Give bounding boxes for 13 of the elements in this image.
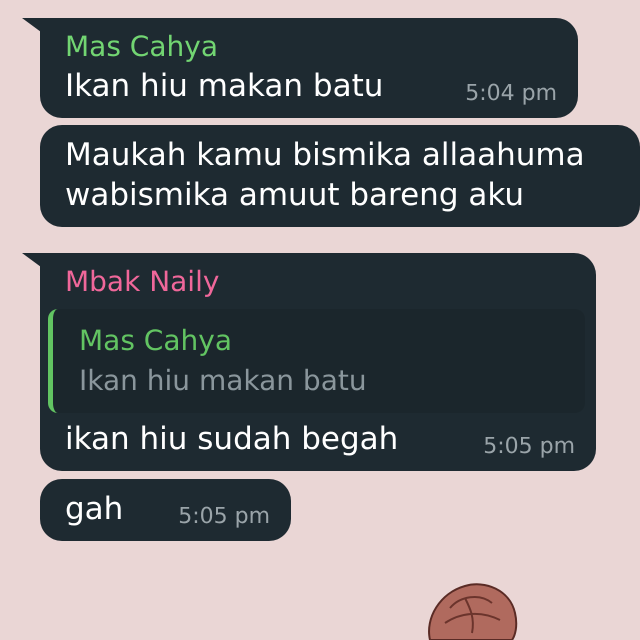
message-time: 5:05 pm	[483, 433, 575, 461]
quoted-text: Ikan hiu makan batu	[79, 363, 368, 399]
message-time: 5:04 pm	[465, 80, 557, 108]
message-text: gah	[65, 490, 124, 529]
reply-quote[interactable]: Mas Cahya Ikan hiu makan batu	[48, 309, 585, 413]
message-text: Ikan hiu makan batu	[65, 67, 384, 106]
message-text: wabismika amuut bareng aku	[65, 176, 525, 215]
quoted-sender: Mas Cahya	[79, 323, 233, 359]
message-time: 5:05 pm	[178, 503, 270, 531]
message-text: Maukah kamu bismika allaahuma	[65, 136, 585, 175]
message-text: ikan hiu sudah begah	[65, 420, 398, 459]
sender-name: Mas Cahya	[65, 29, 219, 65]
sender-name: Mbak Naily	[65, 264, 220, 300]
